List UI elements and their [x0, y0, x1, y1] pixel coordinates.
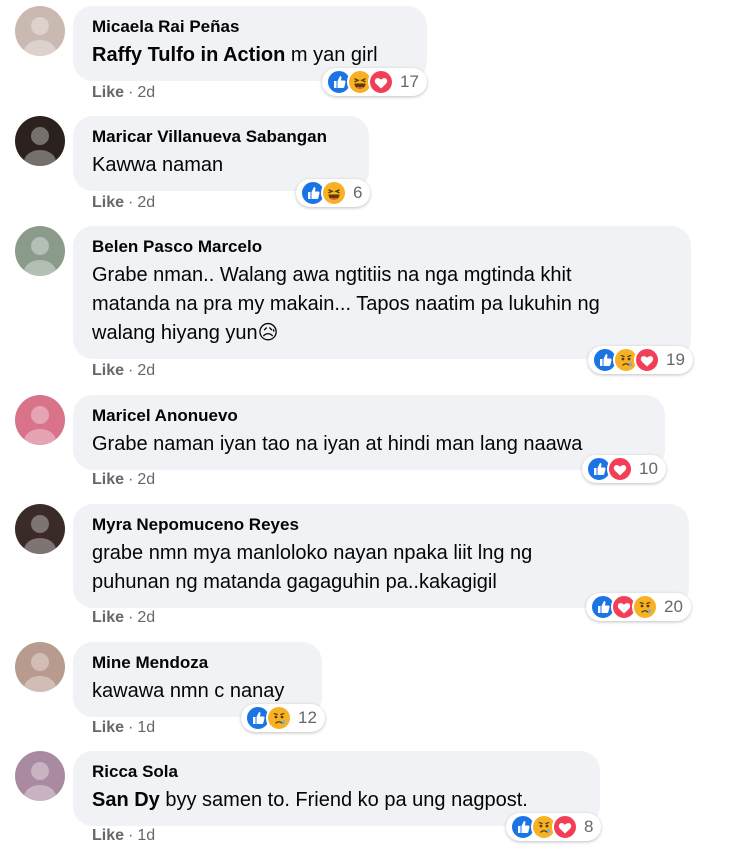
haha-reaction-icon [321, 180, 347, 206]
comment-timestamp[interactable]: 2d [137, 362, 155, 379]
separator-dot: · [128, 719, 134, 736]
comment-author[interactable]: Maricar Villanueva Sabangan [92, 126, 351, 147]
comment-author[interactable]: Ricca Sola [92, 761, 582, 782]
like-button[interactable]: Like [92, 362, 124, 379]
comment-text: Kawwa naman [92, 151, 351, 180]
reaction-summary[interactable]: 20 [586, 593, 691, 621]
comment-text-line: Grabe nman.. Walang awa ngtitiis na nga … [92, 264, 572, 286]
reaction-summary[interactable]: 6 [296, 179, 371, 207]
comment-author[interactable]: Micaela Rai Peñas [92, 16, 409, 37]
comment-author[interactable]: Belen Pasco Marcelo [92, 236, 673, 257]
comment-text-line: kawawa nmn c nanay [92, 680, 285, 702]
comment-text: San Dy byy samen to. Friend ko pa ung na… [92, 786, 582, 815]
comment-timestamp[interactable]: 2d [137, 84, 155, 101]
reaction-count: 8 [584, 817, 594, 836]
mention-tag[interactable]: Raffy Tulfo in Action [92, 44, 285, 66]
avatar[interactable] [15, 395, 65, 445]
love-reaction-icon [368, 69, 394, 95]
comment-text: grabe nmn mya manloloko nayan npaka liit… [92, 539, 671, 597]
like-button[interactable]: Like [92, 719, 124, 736]
comment-timestamp[interactable]: 1d [137, 827, 155, 844]
like-button[interactable]: Like [92, 827, 124, 844]
like-button[interactable]: Like [92, 194, 124, 211]
comment-actions: Like · 1d [92, 827, 155, 845]
like-button[interactable]: Like [92, 84, 124, 101]
sad-reaction-icon [632, 594, 658, 620]
comment-author[interactable]: Mine Mendoza [92, 652, 304, 673]
reaction-count: 6 [353, 183, 363, 202]
comment-actions: Like · 2d [92, 194, 155, 212]
comment-text-line: matanda na pra my makain... Tapos naatim… [92, 293, 600, 315]
comment-text: Grabe nman.. Walang awa ngtitiis na nga … [92, 261, 673, 348]
reaction-summary[interactable]: 19 [588, 346, 693, 374]
comment-actions: Like · 1d [92, 719, 155, 737]
separator-dot: · [128, 84, 134, 101]
comment-author[interactable]: Myra Nepomuceno Reyes [92, 514, 671, 535]
comment-text-line: walang hiyang yun😥 [92, 322, 279, 344]
sad-reaction-icon [266, 705, 292, 731]
separator-dot: · [128, 827, 134, 844]
reaction-count: 17 [400, 72, 419, 91]
comment-bubble: Belen Pasco Marcelo Grabe nman.. Walang a… [73, 226, 691, 359]
avatar[interactable] [15, 116, 65, 166]
separator-dot: · [128, 194, 134, 211]
comment-actions: Like · 2d [92, 362, 155, 380]
reaction-count: 12 [298, 708, 317, 727]
reaction-summary[interactable]: 12 [241, 704, 325, 732]
comment-timestamp[interactable]: 2d [137, 609, 155, 626]
reaction-summary[interactable]: 17 [322, 68, 427, 96]
like-button[interactable]: Like [92, 609, 124, 626]
comment-timestamp[interactable]: 2d [137, 194, 155, 211]
avatar[interactable] [15, 642, 65, 692]
comment-bubble: Maricel Anonuevo Grabe naman iyan tao na … [73, 395, 665, 470]
separator-dot: · [128, 362, 134, 379]
separator-dot: · [128, 471, 134, 488]
comment-text-line: grabe nmn mya manloloko nayan npaka liit… [92, 542, 533, 564]
avatar[interactable] [15, 504, 65, 554]
comment-timestamp[interactable]: 1d [137, 719, 155, 736]
reaction-summary[interactable]: 10 [582, 455, 666, 483]
comment-text: Grabe naman iyan tao na iyan at hindi ma… [92, 430, 647, 459]
mention-tag[interactable]: San Dy [92, 789, 160, 811]
like-button[interactable]: Like [92, 471, 124, 488]
love-reaction-icon [634, 347, 660, 373]
avatar[interactable] [15, 751, 65, 801]
comment-actions: Like · 2d [92, 84, 155, 102]
love-reaction-icon [607, 456, 633, 482]
reaction-count: 19 [666, 350, 685, 369]
reaction-summary[interactable]: 8 [506, 813, 602, 841]
avatar[interactable] [15, 6, 65, 56]
comment-text-line: puhunan ng matanda gagaguhin pa..kakagig… [92, 571, 497, 593]
comment-text: kawawa nmn c nanay [92, 677, 304, 706]
comment-text-line: byy samen to. Friend ko pa ung nagpost. [165, 789, 528, 811]
comment-text-line: Grabe naman iyan tao na iyan at hindi ma… [92, 433, 583, 455]
comment-text-line: Kawwa naman [92, 154, 224, 176]
reaction-count: 20 [664, 597, 683, 616]
comment-actions: Like · 2d [92, 609, 155, 627]
comment-author[interactable]: Maricel Anonuevo [92, 405, 647, 426]
comment-actions: Like · 2d [92, 471, 155, 489]
love-reaction-icon [552, 814, 578, 840]
separator-dot: · [128, 609, 134, 626]
reaction-count: 10 [639, 459, 658, 478]
avatar[interactable] [15, 226, 65, 276]
comment-text: Raffy Tulfo in Action m yan girl [92, 41, 409, 70]
comment-timestamp[interactable]: 2d [137, 471, 155, 488]
comment-feed: Micaela Rai Peñas Raffy Tulfo in Action m… [0, 0, 750, 844]
comment-text-line: m yan girl [290, 44, 378, 66]
